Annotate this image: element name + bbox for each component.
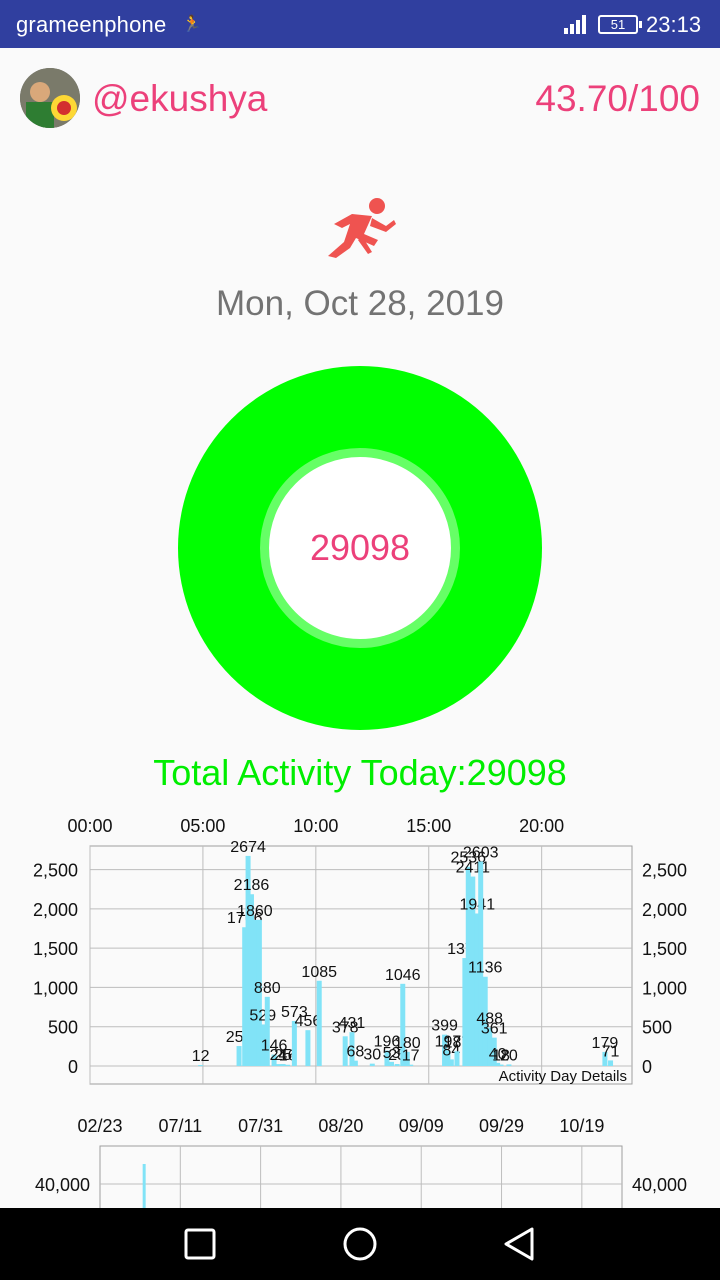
- x-tick-label: 02/23: [77, 1116, 122, 1136]
- y-tick-label-left: 2,500: [33, 861, 78, 881]
- bar: [142, 1164, 146, 1208]
- bar-value-label: 1941: [460, 896, 496, 913]
- plot-frame: [99, 1145, 623, 1208]
- activity-day-chart[interactable]: 00:00 05:00 10:00 15:00 20:00 0 0 500 500 1,000 1,…: [0, 808, 720, 1098]
- navigation-bar: [0, 1208, 720, 1280]
- chart-caption: Activity Day Details: [499, 1068, 627, 1085]
- x-tick-label: 00:00: [67, 816, 112, 836]
- clock: 23:13: [646, 12, 702, 37]
- bar: [608, 1060, 614, 1066]
- bar-value-label: 2411: [456, 860, 491, 877]
- bar: [506, 1064, 512, 1066]
- bar-value-label: 1046: [385, 967, 421, 984]
- y-tick-label-right: 500: [642, 1018, 672, 1038]
- x-tick-label: 09/29: [479, 1116, 524, 1136]
- y-tick-label-right: 1,500: [642, 939, 687, 959]
- bar: [352, 1060, 358, 1066]
- bar: [454, 1051, 460, 1066]
- running-notification-icon: 🏃: [182, 16, 202, 33]
- score: 43.70/100: [535, 78, 700, 119]
- runner-icon: [328, 198, 396, 258]
- bar: [305, 1030, 311, 1066]
- battery-icon: 51: [598, 15, 642, 34]
- bar-value-label: 68: [346, 1044, 364, 1061]
- activity-date: Mon, Oct 28, 2019: [216, 284, 504, 323]
- x-tick-label: 08/20: [318, 1116, 363, 1136]
- x-tick-label: 20:00: [519, 816, 564, 836]
- x-tick-label: 07/31: [238, 1116, 283, 1136]
- status-bar: grameenphone 🏃 51 23:13: [0, 0, 720, 48]
- y-tick-label-left: 1,500: [33, 939, 78, 959]
- recent-apps-button[interactable]: [170, 1222, 230, 1266]
- home-button[interactable]: [330, 1222, 390, 1266]
- bar: [408, 1064, 414, 1066]
- bar-value-label: 20: [500, 1047, 518, 1064]
- x-tick-label: 10/19: [559, 1116, 604, 1136]
- y-tick-label-left: 500: [48, 1018, 78, 1038]
- bar: [448, 1059, 454, 1066]
- total-activity: Total Activity Today:29098: [153, 752, 567, 793]
- avatar[interactable]: [20, 68, 80, 128]
- y-tick-label-left: 0: [68, 1057, 78, 1077]
- y-tick-label-left: 1,000: [33, 978, 78, 998]
- bar-value-label: 1085: [301, 964, 337, 981]
- bar-value-label: 2186: [234, 877, 270, 894]
- bar: [316, 980, 322, 1066]
- bar-value-label: 12: [192, 1048, 210, 1065]
- username[interactable]: @ekushya: [92, 78, 267, 120]
- y-tick-label-left: 40,000: [35, 1175, 90, 1195]
- bar-value-label: 2603: [463, 844, 499, 861]
- bar: [198, 1065, 204, 1067]
- y-tick-label-right: 2,500: [642, 861, 687, 881]
- avatar-image: [20, 68, 80, 128]
- y-tick-label-right: 1,000: [642, 978, 687, 998]
- x-tick-label: 05:00: [180, 816, 225, 836]
- bar-value-label: 361: [481, 1021, 508, 1038]
- activity-ring-value: 29098: [309, 527, 411, 568]
- bar: [236, 1046, 242, 1066]
- activity-ring: 29098: [178, 366, 542, 730]
- back-button[interactable]: [490, 1222, 550, 1266]
- bar-value-label: 529: [249, 1007, 276, 1024]
- bar-value-label: 1860: [237, 903, 273, 920]
- bar: [285, 1064, 291, 1066]
- x-tick-label: 15:00: [406, 816, 451, 836]
- y-tick-label-right: 2,000: [642, 900, 687, 920]
- carrier-name: grameenphone: [16, 12, 167, 37]
- bar: [394, 1064, 400, 1066]
- y-tick-label-right: 40,000: [632, 1175, 687, 1195]
- x-tick-label: 09/09: [399, 1116, 444, 1136]
- bar-value-label: 1136: [468, 960, 503, 977]
- bar-value-label: 2674: [230, 839, 266, 856]
- bar-value-label: 399: [431, 1018, 458, 1035]
- x-tick-label: 10:00: [293, 816, 338, 836]
- bar: [369, 1063, 375, 1066]
- activity-ring-center: 29098: [260, 448, 460, 648]
- bar-value-label: 431: [339, 1015, 366, 1032]
- bar-value-label: 17: [402, 1048, 420, 1065]
- signal-icon: [564, 15, 586, 34]
- activity-history-chart[interactable]: 02/23 07/11 07/31 08/20 09/09 09/29 10/19 40,00…: [0, 1108, 720, 1208]
- x-tick-label: 07/11: [158, 1116, 202, 1136]
- bar: [498, 1064, 504, 1066]
- y-tick-label-right: 0: [642, 1057, 652, 1077]
- bar-value-label: 880: [254, 980, 281, 997]
- y-tick-label-left: 2,000: [33, 900, 78, 920]
- bar-value-label: 71: [602, 1043, 620, 1060]
